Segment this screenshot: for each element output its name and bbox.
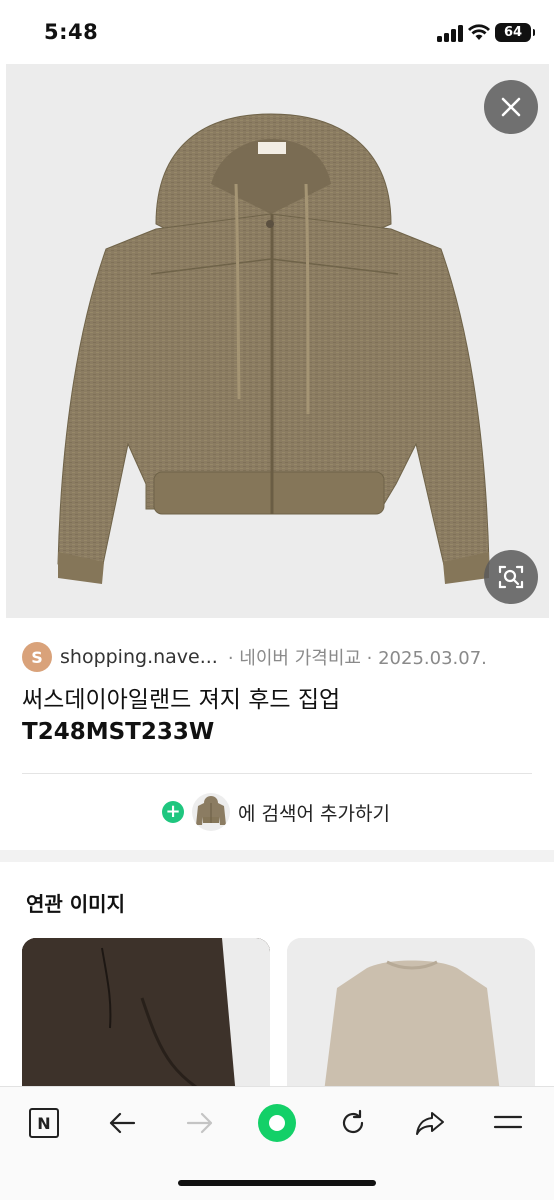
home-indicator[interactable]	[178, 1180, 376, 1186]
related-image-dark-pants	[22, 938, 270, 1108]
source-domain[interactable]: shopping.nave...	[60, 646, 218, 668]
share-button[interactable]	[408, 1101, 452, 1145]
share-icon	[416, 1112, 444, 1135]
forward-button[interactable]	[178, 1101, 222, 1145]
menu-button[interactable]	[486, 1101, 530, 1145]
product-image[interactable]	[6, 64, 549, 618]
related-image-card[interactable]	[287, 938, 535, 1108]
menu-icon	[493, 1115, 523, 1129]
section-separator	[0, 850, 554, 862]
related-images-title: 연관 이미지	[26, 892, 125, 916]
green-dot-button[interactable]	[255, 1101, 299, 1145]
naver-home-button[interactable]: N	[22, 1101, 66, 1145]
back-button[interactable]	[100, 1101, 144, 1145]
image-search-button[interactable]	[484, 550, 538, 604]
cellular-signal-icon	[437, 24, 463, 42]
add-search-term-button[interactable]: + 에 검색어 추가하기	[162, 792, 390, 832]
hoodie-image	[57, 113, 490, 584]
source-meta: · 네이버 가격비교 · 2025.03.07.	[227, 648, 487, 669]
close-button[interactable]	[484, 80, 538, 134]
battery-indicator: 64	[495, 23, 535, 42]
status-bar: 5:48 64	[0, 0, 554, 64]
related-image-beige-sweatshirt	[287, 938, 535, 1108]
hoodie-thumbnail	[192, 793, 230, 831]
naver-n-icon: N	[29, 1108, 59, 1138]
add-search-label: 에 검색어 추가하기	[238, 802, 390, 825]
image-search-icon	[498, 565, 524, 589]
plus-icon: +	[162, 801, 184, 823]
product-title-code: T248MST233W	[22, 719, 215, 745]
product-title-kor: 써스데이아일랜드 져지 후드 집업	[22, 687, 341, 713]
related-image-card[interactable]	[22, 938, 270, 1108]
back-arrow-icon	[109, 1112, 136, 1134]
product-title[interactable]: 써스데이아일랜드 져지 후드 집업 T248MST233W	[22, 684, 532, 748]
green-dot-icon	[258, 1104, 296, 1142]
wifi-icon	[468, 24, 490, 40]
status-time: 5:48	[44, 20, 99, 44]
source-row[interactable]: S shopping.nave... · 네이버 가격비교 · 2025.03.…	[22, 640, 542, 674]
divider	[22, 773, 532, 774]
refresh-icon	[342, 1109, 364, 1134]
forward-arrow-icon	[186, 1112, 213, 1134]
source-avatar: S	[22, 642, 52, 672]
close-icon	[501, 97, 521, 117]
refresh-button[interactable]	[331, 1101, 375, 1145]
